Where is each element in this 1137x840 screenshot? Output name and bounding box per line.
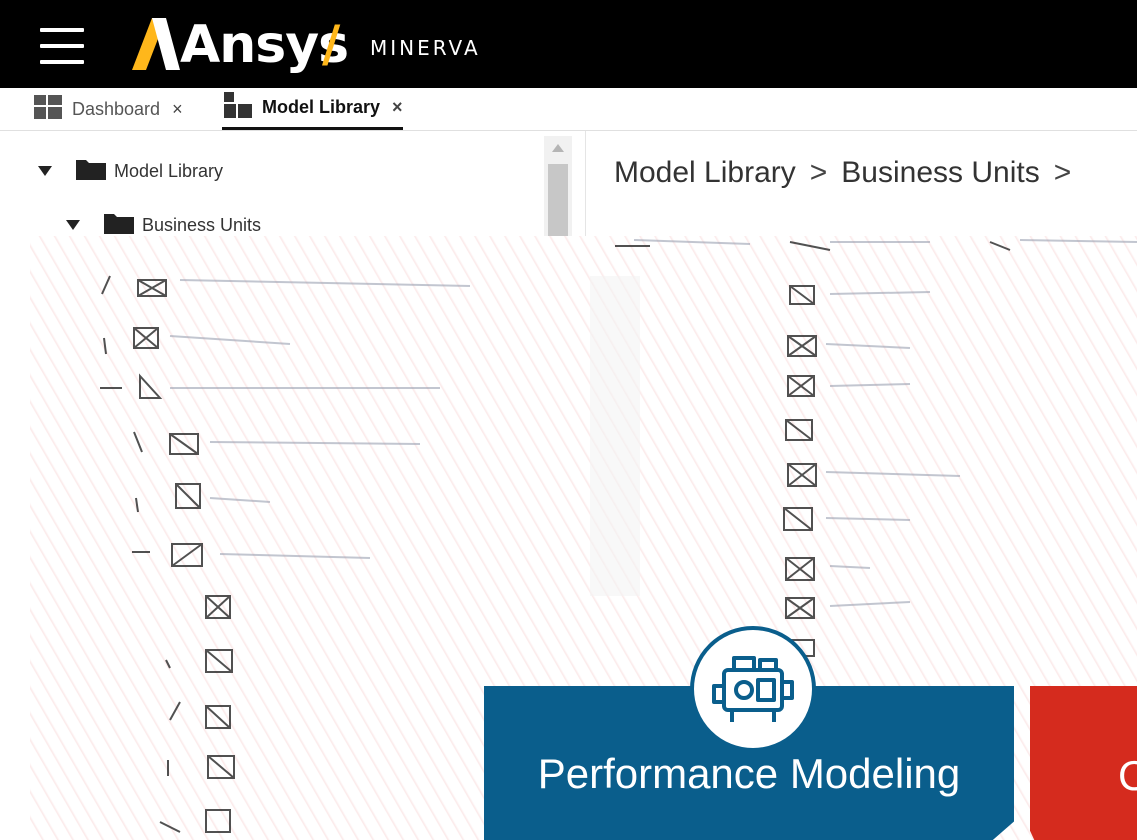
product-name: MINERVA	[370, 36, 481, 60]
tab-model-library[interactable]: Model Library ×	[222, 88, 403, 130]
tree-item-label: Business Units	[142, 214, 262, 235]
tree-item-label: Model Library	[114, 160, 224, 181]
ansys-logo-mark	[132, 18, 180, 70]
tab-model-library-label: Model Library	[262, 97, 381, 117]
hamburger-menu-icon[interactable]	[38, 26, 86, 66]
caret-down-icon[interactable]	[66, 220, 80, 230]
folder-icon	[76, 158, 106, 185]
model-library-icon	[222, 92, 252, 123]
close-icon[interactable]: ×	[392, 97, 403, 118]
scroll-up-icon[interactable]	[552, 144, 564, 152]
tab-bar: Dashboard × Model Library ×	[0, 88, 1137, 131]
breadcrumb-item-model-library[interactable]: Model Library	[614, 156, 796, 189]
engine-icon	[690, 626, 816, 752]
folder-icon	[104, 212, 134, 239]
top-header: Ansys / MINERVA	[0, 0, 1137, 88]
card-title: Performance Modeling	[537, 750, 961, 797]
breadcrumb: Model Library > Business Units >	[614, 156, 1085, 190]
close-icon[interactable]: ×	[172, 99, 183, 120]
dashboard-icon	[34, 94, 62, 124]
breadcrumb-item-business-units[interactable]: Business Units	[841, 156, 1039, 189]
card-title: C	[1118, 752, 1137, 799]
caret-down-icon[interactable]	[38, 166, 52, 176]
breadcrumb-separator: >	[1053, 156, 1072, 189]
brand-separator: /	[322, 15, 341, 73]
breadcrumb-separator: >	[809, 156, 828, 189]
tab-dashboard[interactable]: Dashboard ×	[34, 88, 183, 130]
tree-item-model-library[interactable]: Model Library	[38, 153, 223, 189]
tab-dashboard-label: Dashboard	[72, 98, 161, 119]
